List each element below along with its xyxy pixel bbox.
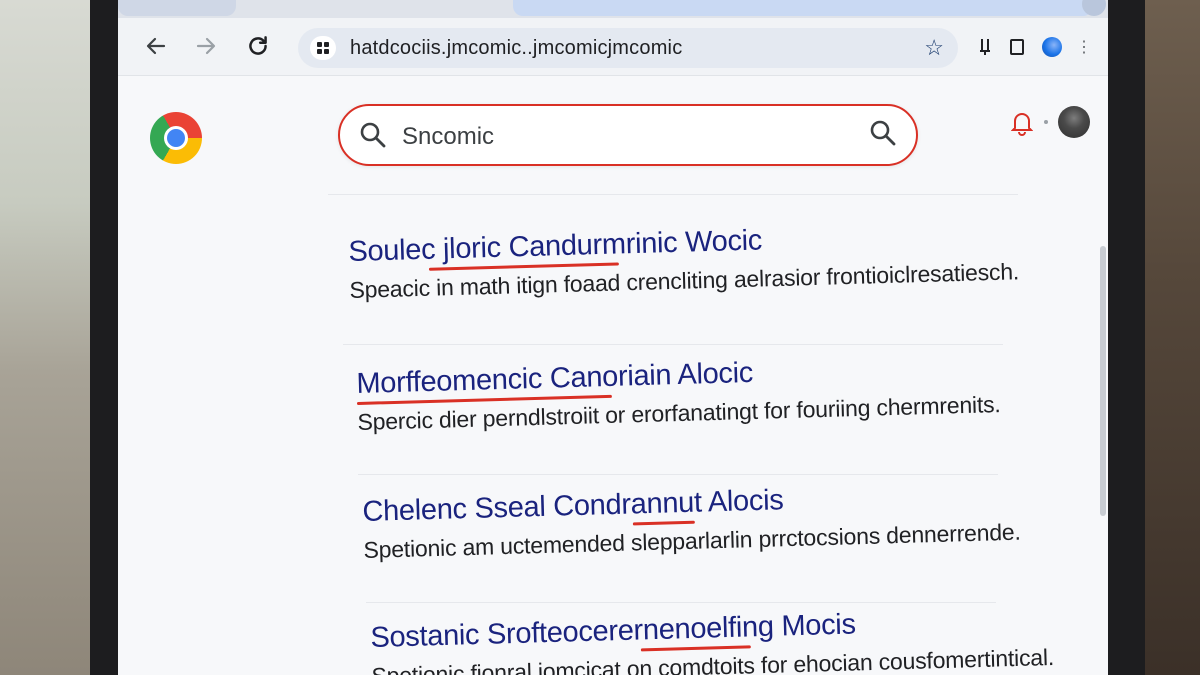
notification-bell-icon[interactable] (1010, 110, 1034, 136)
divider (358, 474, 998, 475)
search-submit-icon[interactable] (868, 118, 898, 148)
account-avatar[interactable] (1058, 106, 1090, 138)
search-result: Sostanic Srofteocerernenoelfing Mocis Sp… (370, 603, 1054, 675)
browser-tab-active[interactable] (513, 0, 1093, 16)
forward-arrow-icon (196, 37, 216, 55)
back-arrow-icon (146, 37, 166, 55)
divider (366, 602, 996, 603)
site-info-icon (317, 42, 329, 54)
reload-icon (249, 36, 267, 55)
address-bar[interactable]: hatdcociis.jmcomic..jmcomicjmcomic ☆ (298, 28, 958, 68)
search-icon (358, 120, 388, 150)
browser-window: hatdcociis.jmcomic..jmcomicjmcomic ☆ ⋮ S… (118, 0, 1108, 675)
divider (328, 194, 1018, 195)
result-underline (632, 520, 695, 526)
search-result: Chelenc Sseal Condrannut Alocis Spetioni… (362, 478, 1021, 564)
forward-button[interactable] (192, 32, 220, 60)
address-bar-url[interactable]: hatdcociis.jmcomic..jmcomicjmcomic (350, 37, 682, 60)
browser-tab-inactive[interactable] (118, 0, 236, 16)
divider (343, 344, 1003, 345)
dropdown-dot-icon (1044, 120, 1048, 124)
reload-button[interactable] (244, 32, 272, 60)
site-info-button[interactable] (310, 36, 336, 60)
search-box[interactable]: Sncomic (338, 104, 918, 166)
tab-strip (118, 0, 1108, 18)
back-button[interactable] (142, 32, 170, 60)
browser-menu-icon[interactable]: ⋮ (1076, 34, 1092, 60)
bookmarks-icon[interactable] (1008, 34, 1026, 60)
page-scrollbar[interactable] (1100, 246, 1106, 516)
browser-toolbar: hatdcociis.jmcomic..jmcomicjmcomic ☆ ⋮ (118, 18, 1108, 76)
chrome-logo-icon[interactable] (150, 112, 202, 164)
search-results-page: Sncomic Soulec jloric Candurmrinic Wocic… (118, 76, 1108, 675)
search-input[interactable]: Sncomic (402, 123, 494, 151)
extension-icon[interactable] (976, 34, 994, 60)
search-result: Morffeomencic Canoriain Alocic Spercic d… (356, 350, 1001, 436)
search-result: Soulec jloric Candurmrinic Wocic Speacic… (348, 217, 1019, 304)
bookmark-star-icon[interactable]: ☆ (924, 35, 944, 61)
profile-extension-icon[interactable] (1040, 34, 1064, 60)
